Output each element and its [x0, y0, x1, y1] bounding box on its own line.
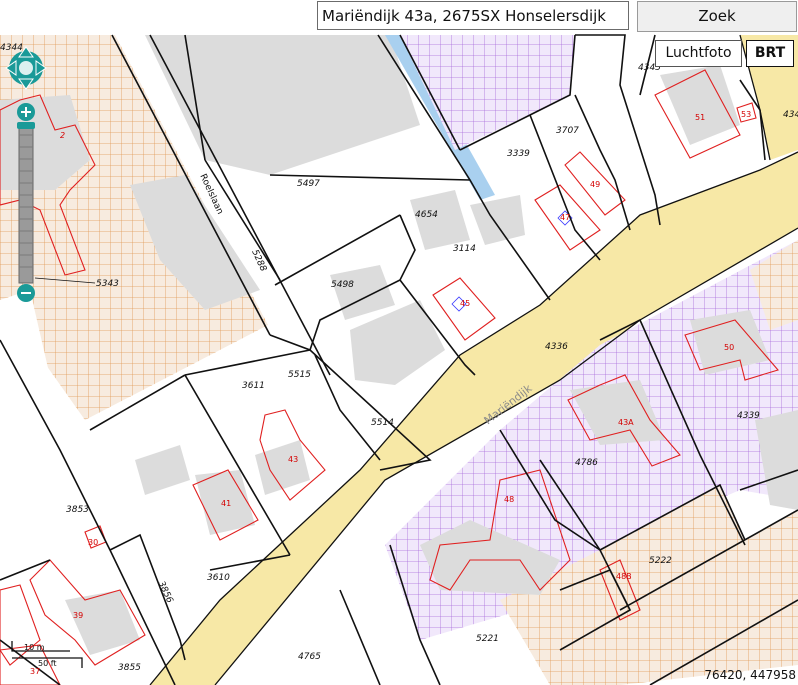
house-number: 51 — [695, 113, 705, 122]
house-number: 30 — [88, 538, 98, 547]
cadastral-map[interactable]: 4344 2 5497 5343 5288 4654 3114 5498 370… — [0, 0, 798, 685]
parcel-label: 4654 — [415, 210, 438, 220]
house-number: 43A — [618, 418, 634, 427]
search-button[interactable]: Zoek — [637, 1, 797, 32]
parcel-label: 5343 — [96, 279, 119, 289]
parcel-label: 5497 — [297, 179, 320, 189]
parcel-label: 3610 — [207, 573, 230, 583]
parcel-label: 4786 — [575, 458, 598, 468]
parcel-label: 3114 — [453, 244, 476, 254]
layer-aerial-button[interactable]: Luchtfoto — [655, 40, 742, 67]
layer-brt-button[interactable]: BRT — [746, 40, 794, 67]
parcel-label: 2 — [60, 131, 65, 140]
house-number: 39 — [73, 611, 83, 620]
house-number: 47 — [560, 213, 570, 222]
house-number: 43 — [288, 455, 298, 464]
house-number: 48B — [616, 572, 632, 581]
parcel-label: 5514 — [371, 418, 394, 428]
parcel-label: 3855 — [118, 663, 141, 673]
parcel-label: 4765 — [298, 652, 321, 662]
scale-imperial-label: 50 ft — [38, 659, 57, 668]
house-number: 53 — [741, 110, 751, 119]
house-number: 49 — [590, 180, 600, 189]
coordinate-readout: 76420, 447958 — [704, 668, 796, 682]
house-number: 45 — [460, 299, 470, 308]
parcel-label: 5515 — [288, 370, 311, 380]
house-number: 37 — [30, 667, 40, 676]
parcel-label: 4344 — [0, 43, 23, 53]
parcel-label: 3611 — [242, 381, 265, 391]
house-number: 41 — [221, 499, 231, 508]
parcel-label: 5222 — [649, 556, 672, 566]
house-number: 50 — [724, 343, 734, 352]
address-search-input[interactable] — [317, 1, 629, 30]
scale-metric-label: 10 m — [24, 643, 45, 652]
parcel-label: 5498 — [331, 280, 354, 290]
zoom-control[interactable] — [17, 103, 35, 302]
parcel-label: 5221 — [476, 634, 499, 644]
parcel-label: 4339 — [737, 411, 760, 421]
parcel-label: 3339 — [507, 149, 530, 159]
zoom-slider-handle[interactable] — [17, 122, 35, 129]
parcel-label: 3707 — [556, 126, 579, 136]
parcel-label: 434 — [783, 110, 798, 120]
parcel-label: 4336 — [545, 342, 568, 352]
parcel-label: 3853 — [66, 505, 89, 515]
house-number: 48 — [504, 495, 514, 504]
